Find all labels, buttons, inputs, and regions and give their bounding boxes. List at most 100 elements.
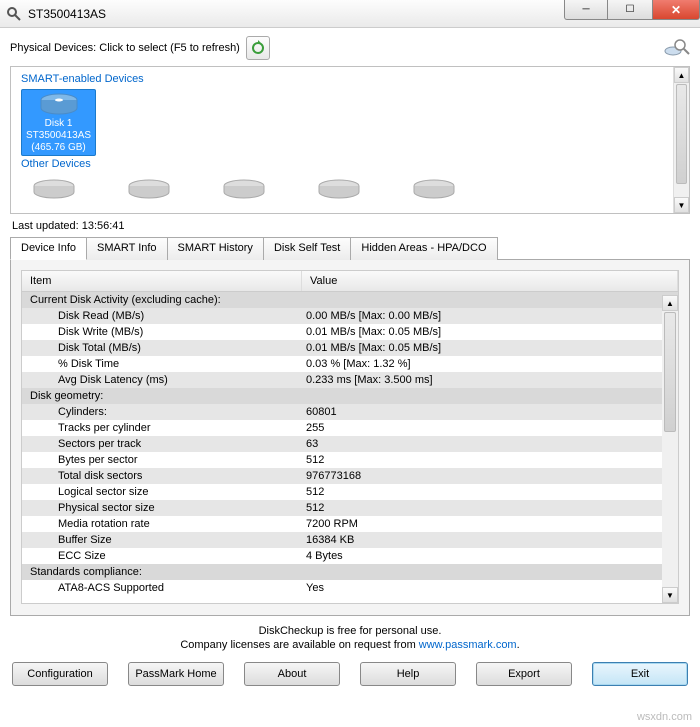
table-row[interactable]: Disk Write (MB/s)0.01 MB/s [Max: 0.05 MB… [22, 324, 678, 340]
table-row[interactable]: Total disk sectors976773168 [22, 468, 678, 484]
window-controls: ─ ☐ ✕ [564, 0, 700, 27]
exit-button[interactable]: Exit [592, 662, 688, 686]
row-item: Sectors per track [22, 438, 302, 450]
smart-section-title: SMART-enabled Devices [21, 73, 683, 85]
table-row[interactable]: Buffer Size16384 KB [22, 532, 678, 548]
footer-line1: DiskCheckup is free for personal use. [259, 625, 442, 637]
table-row[interactable]: ATA8-ACS SupportedYes [22, 580, 678, 596]
scroll-thumb[interactable] [664, 312, 676, 432]
maximize-button[interactable]: ☐ [608, 0, 652, 20]
button-row: Configuration PassMark Home About Help E… [10, 662, 690, 686]
scroll-thumb[interactable] [676, 84, 687, 184]
export-button[interactable]: Export [476, 662, 572, 686]
table-rows: Current Disk Activity (excluding cache):… [22, 292, 678, 602]
footer-text: DiskCheckup is free for personal use. Co… [10, 624, 690, 652]
disk-icon[interactable] [29, 178, 79, 200]
window-title: ST3500413AS [28, 7, 564, 21]
tab-body: Item Value Current Disk Activity (exclud… [10, 260, 690, 616]
tab-device-info[interactable]: Device Info [10, 237, 87, 260]
disk-icon[interactable] [219, 178, 269, 200]
row-item: Disk geometry: [22, 390, 302, 402]
scroll-down-icon[interactable]: ▼ [674, 197, 689, 213]
table-row[interactable]: Cylinders:60801 [22, 404, 678, 420]
table-scrollbar[interactable]: ▲ ▼ [662, 295, 678, 603]
row-value: 0.00 MB/s [Max: 0.00 MB/s] [302, 310, 678, 322]
row-value: 255 [302, 422, 678, 434]
table-row[interactable]: Media rotation rate7200 RPM [22, 516, 678, 532]
row-value: 4 Bytes [302, 550, 678, 562]
disk-icon[interactable] [314, 178, 364, 200]
search-drives-icon[interactable] [664, 38, 690, 58]
footer-link[interactable]: www.passmark.com [419, 639, 517, 651]
table-row[interactable]: Disk geometry: [22, 388, 678, 404]
disk-icon [38, 92, 80, 116]
table-row[interactable]: Physical sector size512 [22, 500, 678, 516]
row-item: Disk Total (MB/s) [22, 342, 302, 354]
row-value: 7200 RPM [302, 518, 678, 530]
passmark-home-button[interactable]: PassMark Home [128, 662, 224, 686]
table-row[interactable]: Disk Total (MB/s)0.01 MB/s [Max: 0.05 MB… [22, 340, 678, 356]
close-button[interactable]: ✕ [652, 0, 700, 20]
footer-line2b: . [517, 639, 520, 651]
disk-size: (465.76 GB) [26, 142, 91, 153]
table-row[interactable]: Tracks per cylinder255 [22, 420, 678, 436]
tab-hidden-areas[interactable]: Hidden Areas - HPA/DCO [350, 237, 497, 260]
help-button[interactable]: Help [360, 662, 456, 686]
row-value: Yes [302, 582, 678, 594]
tab-disk-self-test[interactable]: Disk Self Test [263, 237, 351, 260]
row-value: 0.03 % [Max: 1.32 %] [302, 358, 678, 370]
row-item: Standards compliance: [22, 566, 302, 578]
row-item: Current Disk Activity (excluding cache): [22, 294, 302, 306]
tab-smart-info[interactable]: SMART Info [86, 237, 168, 260]
disk-icon[interactable] [409, 178, 459, 200]
row-item: ECC Size [22, 550, 302, 562]
row-item: Total disk sectors [22, 470, 302, 482]
scroll-up-icon[interactable]: ▲ [674, 67, 689, 83]
configuration-button[interactable]: Configuration [12, 662, 108, 686]
tab-strip: Device Info SMART Info SMART History Dis… [10, 236, 690, 260]
scroll-up-icon[interactable]: ▲ [662, 295, 678, 311]
row-value: 976773168 [302, 470, 678, 482]
table-row[interactable]: Avg Disk Latency (ms)0.233 ms [Max: 3.50… [22, 372, 678, 388]
row-item: Disk Read (MB/s) [22, 310, 302, 322]
row-item: Avg Disk Latency (ms) [22, 374, 302, 386]
table-row[interactable]: Standards compliance: [22, 564, 678, 580]
physical-devices-label: Physical Devices: Click to select (F5 to… [10, 42, 240, 54]
other-section-title: Other Devices [21, 158, 683, 170]
footer-line2a: Company licenses are available on reques… [180, 639, 418, 651]
table-header[interactable]: Item Value [22, 271, 678, 292]
header-value[interactable]: Value [302, 271, 678, 291]
table-row[interactable]: Logical sector size512 [22, 484, 678, 500]
devices-scrollbar[interactable]: ▲ ▼ [673, 67, 689, 213]
row-value: 512 [302, 486, 678, 498]
disk-icon[interactable] [124, 178, 174, 200]
disk-item-selected[interactable]: Disk 1 ST3500413AS (465.76 GB) [21, 89, 96, 156]
last-updated-label: Last updated: 13:56:41 [12, 220, 690, 232]
row-value: 63 [302, 438, 678, 450]
row-item: % Disk Time [22, 358, 302, 370]
about-button[interactable]: About [244, 662, 340, 686]
refresh-button[interactable] [246, 36, 270, 60]
row-value: 512 [302, 454, 678, 466]
app-icon [6, 6, 22, 22]
table-row[interactable]: Current Disk Activity (excluding cache): [22, 292, 678, 308]
scroll-down-icon[interactable]: ▼ [662, 587, 678, 603]
table-row[interactable]: Sectors per track63 [22, 436, 678, 452]
row-item: ATA8-ACS Supported [22, 582, 302, 594]
table-row[interactable]: Bytes per sector512 [22, 452, 678, 468]
row-item: Buffer Size [22, 534, 302, 546]
row-item: Media rotation rate [22, 518, 302, 530]
table-row[interactable]: Disk Read (MB/s)0.00 MB/s [Max: 0.00 MB/… [22, 308, 678, 324]
row-value: 512 [302, 502, 678, 514]
minimize-button[interactable]: ─ [564, 0, 608, 20]
row-value: 0.01 MB/s [Max: 0.05 MB/s] [302, 342, 678, 354]
table-row[interactable]: % Disk Time0.03 % [Max: 1.32 %] [22, 356, 678, 372]
row-value: 60801 [302, 406, 678, 418]
disk-model: ST3500413AS [26, 130, 91, 142]
row-item: Tracks per cylinder [22, 422, 302, 434]
header-item[interactable]: Item [22, 271, 302, 291]
titlebar: ST3500413AS ─ ☐ ✕ [0, 0, 700, 28]
row-item: Bytes per sector [22, 454, 302, 466]
table-row[interactable]: ECC Size4 Bytes [22, 548, 678, 564]
tab-smart-history[interactable]: SMART History [167, 237, 264, 260]
